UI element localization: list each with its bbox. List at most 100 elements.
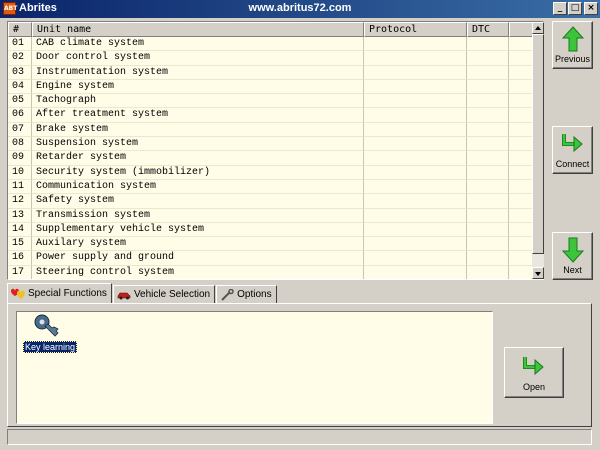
table-row[interactable]: 09 Retarder system	[8, 151, 532, 166]
table-row[interactable]: 14 Supplementary vehicle system	[8, 222, 532, 238]
table-header: # Unit name Protocol DTC	[8, 22, 532, 37]
dtc-cell	[467, 79, 509, 95]
extra-cell	[509, 194, 532, 209]
unit-name-cell: Power supply and ground	[32, 251, 364, 266]
unit-number-cell: 04	[8, 79, 32, 95]
unit-name-cell: CAB climate system	[32, 37, 364, 52]
dtc-cell	[467, 94, 509, 109]
protocol-cell	[364, 251, 467, 266]
main-window: ABT Abrites www.abritus72.com _ □ × # Un…	[0, 0, 600, 450]
unit-number-cell: 17	[8, 265, 32, 279]
unit-name-cell: Brake system	[32, 122, 364, 138]
extra-cell	[509, 51, 532, 66]
protocol-cell	[364, 79, 467, 95]
table-row[interactable]: 06 After treatment system	[8, 108, 532, 123]
dtc-cell	[467, 165, 509, 180]
status-bar	[7, 429, 592, 445]
car-icon	[117, 292, 131, 299]
protocol-cell	[364, 237, 467, 252]
dtc-cell	[467, 194, 509, 209]
unit-name-cell: Engine system	[32, 79, 364, 95]
protocol-cell	[364, 151, 467, 166]
maximize-button[interactable]: □	[568, 2, 582, 15]
scroll-down-button[interactable]	[532, 267, 544, 279]
table-row[interactable]: 04 Engine system	[8, 79, 532, 95]
column-header-number[interactable]: #	[8, 22, 32, 37]
unit-number-cell: 15	[8, 237, 32, 252]
extra-cell	[509, 80, 532, 95]
extra-cell	[509, 223, 532, 238]
scroll-down-arrow-icon	[535, 272, 541, 276]
scroll-up-button[interactable]	[532, 22, 544, 34]
close-button[interactable]: ×	[584, 2, 598, 15]
protocol-cell	[364, 37, 467, 52]
unit-name-cell: Supplementary vehicle system	[32, 222, 364, 238]
tab-vehicle-selection[interactable]: Vehicle Selection	[112, 285, 216, 303]
extra-cell	[509, 37, 532, 52]
table-row[interactable]: 15 Auxilary system	[8, 237, 532, 252]
extra-cell	[509, 180, 532, 195]
table-scrollbar[interactable]	[532, 22, 544, 279]
next-label: Next	[563, 265, 582, 275]
unit-number-cell: 01	[8, 37, 32, 52]
protocol-cell	[364, 65, 467, 80]
column-header-dtc[interactable]: DTC	[467, 22, 509, 37]
extra-cell	[509, 108, 532, 123]
table-row[interactable]: 07 Brake system	[8, 122, 532, 138]
unit-number-cell: 02	[8, 51, 32, 66]
wrench-icon	[221, 288, 234, 301]
connect-button[interactable]: Connect	[552, 126, 593, 174]
special-functions-panel: Key learning Open	[7, 303, 592, 427]
connect-label: Connect	[555, 159, 590, 169]
table-row[interactable]: 08 Suspension system	[8, 137, 532, 152]
protocol-cell	[364, 179, 467, 195]
tab-special-functions[interactable]: Special Functions	[7, 283, 112, 303]
table-row[interactable]: 10 Security system (immobilizer)	[8, 165, 532, 180]
unit-name-cell: Suspension system	[32, 137, 364, 152]
unit-number-cell: 10	[8, 165, 32, 180]
column-header-unit-name[interactable]: Unit name	[32, 22, 364, 37]
tab-label: Special Functions	[28, 288, 107, 299]
extra-cell	[509, 94, 532, 109]
dtc-cell	[467, 151, 509, 166]
function-tabs: Special Functions Vehicle Selection Opti…	[7, 283, 278, 303]
table-row[interactable]: 13 Transmission system	[8, 208, 532, 223]
extra-cell	[509, 166, 532, 180]
next-button[interactable]: Next	[552, 232, 593, 280]
unit-name-cell: Steering control system	[32, 265, 364, 279]
column-header-protocol[interactable]: Protocol	[364, 22, 467, 37]
table-row[interactable]: 16 Power supply and ground	[8, 251, 532, 266]
table-row[interactable]: 11 Communication system	[8, 179, 532, 195]
table-row[interactable]: 02 Door control system	[8, 51, 532, 66]
scroll-thumb[interactable]	[532, 34, 544, 254]
table-row[interactable]: 03 Instrumentation system	[8, 65, 532, 80]
dtc-cell	[467, 251, 509, 266]
table-row[interactable]: 12 Safety system	[8, 194, 532, 209]
dtc-cell	[467, 237, 509, 252]
dtc-cell	[467, 122, 509, 138]
key-icon	[34, 314, 59, 337]
unit-name-cell: Retarder system	[32, 151, 364, 166]
window-url: www.abritus72.com	[248, 2, 352, 14]
unit-number-cell: 06	[8, 108, 32, 123]
key-learning-item[interactable]: Key learning	[23, 314, 78, 353]
unit-table: # Unit name Protocol DTC 01 CAB climate s…	[7, 21, 544, 280]
unit-number-cell: 05	[8, 94, 32, 109]
table-row[interactable]: 01 CAB climate system	[8, 37, 532, 52]
unit-name-cell: Communication system	[32, 179, 364, 195]
table-row[interactable]: 05 Tachograph	[8, 94, 532, 109]
open-button[interactable]: Open	[504, 347, 564, 398]
unit-name-cell: Tachograph	[32, 94, 364, 109]
protocol-cell	[364, 222, 467, 238]
minimize-button[interactable]: _	[553, 2, 567, 15]
extra-cell	[509, 251, 532, 266]
protocol-cell	[364, 165, 467, 180]
dtc-cell	[467, 208, 509, 223]
dtc-cell	[467, 265, 509, 279]
previous-button[interactable]: Previous	[552, 21, 593, 69]
column-header-extra[interactable]	[509, 22, 532, 37]
unit-number-cell: 07	[8, 122, 32, 138]
tab-options[interactable]: Options	[216, 285, 277, 303]
table-row[interactable]: 17 Steering control system	[8, 265, 532, 279]
open-label: Open	[522, 382, 546, 392]
